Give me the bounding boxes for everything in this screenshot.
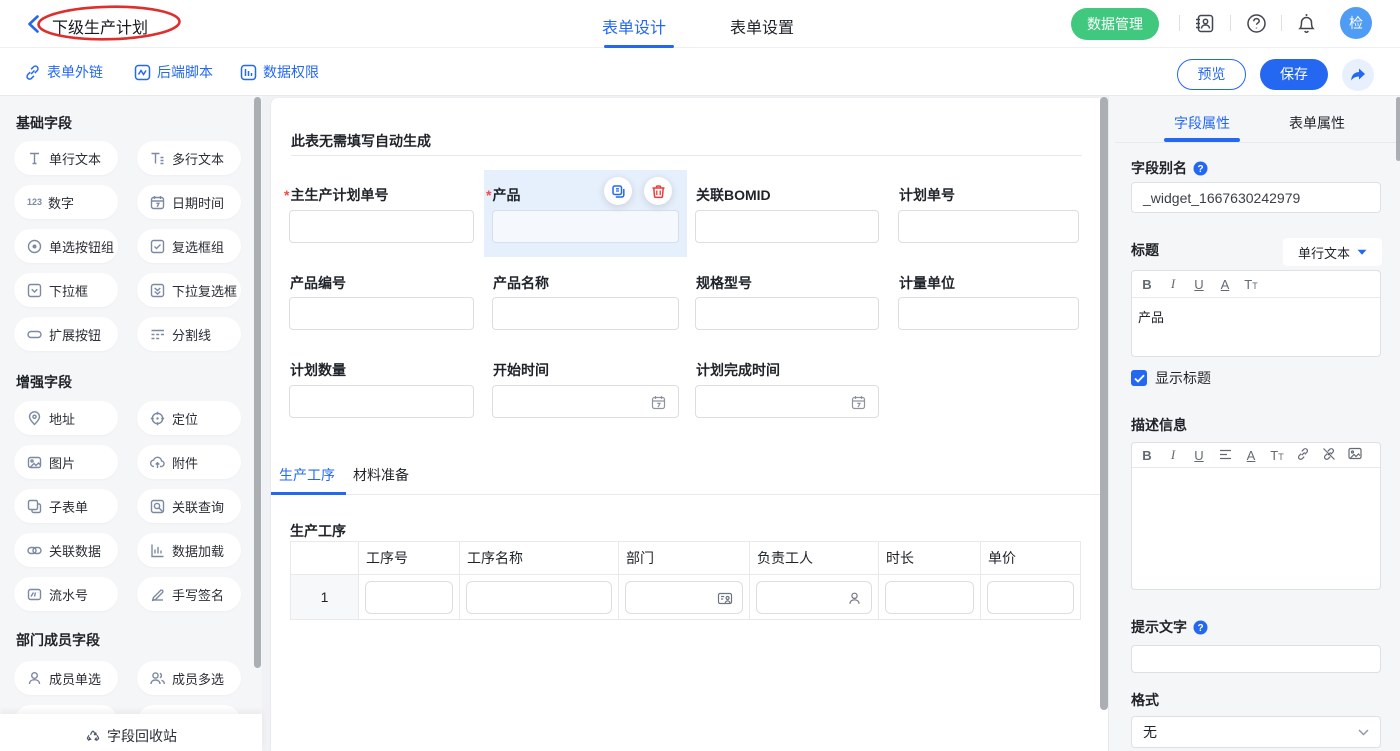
svg-text:?: ? <box>1197 622 1203 633</box>
svg-text:?: ? <box>1197 163 1203 174</box>
